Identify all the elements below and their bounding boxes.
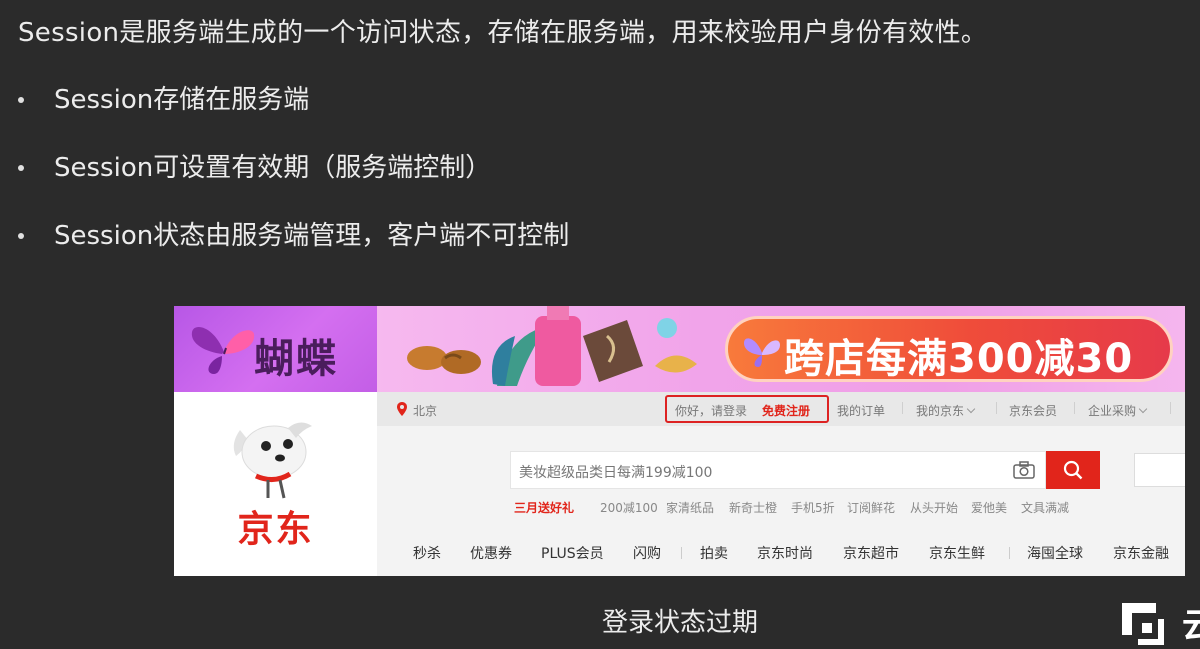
category-item[interactable]: 拍卖	[700, 543, 728, 563]
bullet-dot	[18, 97, 24, 103]
promo-banner[interactable]: 蝴蝶节 跨店每满300	[174, 306, 1185, 392]
top-bar: 北京 你好，请登录 免费注册 我的订单 我的京东 京东会员 企业采购	[377, 392, 1185, 426]
cart-button[interactable]	[1134, 453, 1185, 487]
category-item[interactable]: 京东超市	[843, 543, 899, 563]
nav-separator	[996, 402, 997, 414]
hot-word[interactable]: 家清纸品	[666, 499, 714, 516]
nav-separator	[1170, 402, 1171, 414]
mascot-dog-icon	[233, 422, 312, 499]
search-input[interactable]: 美妆超级品类日每满199减100	[510, 451, 1046, 489]
bullet-dot	[18, 165, 24, 171]
search-icon	[1063, 460, 1083, 480]
festival-banner[interactable]: 蝴蝶节	[174, 306, 377, 392]
category-item[interactable]: 秒杀	[413, 543, 441, 563]
bullet-dot	[18, 233, 24, 239]
nav-my-jd[interactable]: 我的京东	[916, 402, 976, 419]
corner-logo-text: 云	[1182, 606, 1200, 646]
jd-brand-name: 京东	[237, 509, 314, 550]
chevron-down-icon	[966, 404, 976, 414]
category-separator	[1009, 547, 1010, 559]
location-text[interactable]: 北京	[413, 402, 437, 419]
nav-my-jd-label: 我的京东	[916, 404, 965, 418]
bullet-item: Session存储在服务端	[18, 82, 569, 150]
category-item[interactable]: 海囤全球	[1027, 543, 1083, 563]
hot-word[interactable]: 爱他美	[971, 499, 1007, 516]
hot-word[interactable]: 三月送好礼	[514, 499, 574, 516]
search-area: 美妆超级品类日每满199减100 三月送好礼 200减100 家清纸品 新奇士橙…	[377, 426, 1185, 576]
bullet-text: Session可设置有效期（服务端控制）	[54, 153, 492, 183]
hot-word[interactable]: 从头开始	[910, 499, 958, 516]
image-caption: 登录状态过期	[601, 608, 758, 638]
category-item[interactable]: 京东金融	[1113, 543, 1169, 563]
category-item[interactable]: 闪购	[633, 543, 661, 563]
bullet-text: Session状态由服务端管理，客户端不可控制	[54, 221, 570, 251]
login-highlight-box: 你好，请登录 免费注册	[665, 395, 829, 423]
butterfly-icon	[191, 326, 255, 374]
search-placeholder: 美妆超级品类日每满199减100	[519, 465, 713, 481]
nav-my-orders[interactable]: 我的订单	[837, 402, 885, 419]
bullet-text: Session存储在服务端	[54, 85, 310, 115]
corner-logo-icon	[1122, 603, 1164, 645]
nav-jd-member[interactable]: 京东会员	[1009, 402, 1057, 419]
category-item[interactable]: PLUS会员	[541, 543, 604, 563]
promo-banner-right[interactable]: 跨店每满300减30	[377, 306, 1185, 392]
promo-pill[interactable]: 跨店每满300减30	[725, 316, 1173, 382]
bullet-item: Session可设置有效期（服务端控制）	[18, 150, 569, 218]
bullet-item: Session状态由服务端管理，客户端不可控制	[18, 218, 569, 286]
chevron-down-icon	[1138, 404, 1148, 414]
nav-separator	[902, 402, 903, 414]
nav-enterprise[interactable]: 企业采购	[1088, 402, 1148, 419]
jd-screenshot: 蝴蝶节 跨店每满300	[174, 306, 1185, 576]
fashion-decoration	[407, 306, 697, 386]
category-item[interactable]: 优惠券	[470, 543, 512, 563]
login-link[interactable]: 你好，请登录	[675, 402, 747, 419]
bullet-list: Session存储在服务端 Session可设置有效期（服务端控制） Sessi…	[18, 82, 569, 286]
butterfly-icon	[744, 338, 780, 367]
register-link[interactable]: 免费注册	[762, 402, 810, 419]
search-button[interactable]	[1046, 451, 1100, 489]
camera-icon[interactable]	[1013, 461, 1035, 479]
hot-word[interactable]: 文具满减	[1021, 499, 1069, 516]
nav-enterprise-label: 企业采购	[1088, 404, 1137, 418]
category-separator	[681, 547, 682, 559]
category-item[interactable]: 京东时尚	[757, 543, 813, 563]
category-item[interactable]: 京东生鲜	[929, 543, 985, 563]
festival-name: 蝴蝶节	[254, 336, 338, 382]
slide-title: Session是服务端生成的一个访问状态，存储在服务端，用来校验用户身份有效性。	[18, 18, 988, 48]
hot-word[interactable]: 新奇士橙	[729, 499, 777, 516]
nav-separator	[1074, 402, 1075, 414]
promo-text: 跨店每满300减30	[784, 336, 1134, 382]
jd-logo-area[interactable]: 京东	[174, 392, 377, 576]
hot-word[interactable]: 订阅鲜花	[847, 499, 895, 516]
location-pin-icon	[397, 402, 407, 416]
hot-word[interactable]: 200减100	[600, 499, 658, 516]
hot-word[interactable]: 手机5折	[791, 499, 835, 516]
